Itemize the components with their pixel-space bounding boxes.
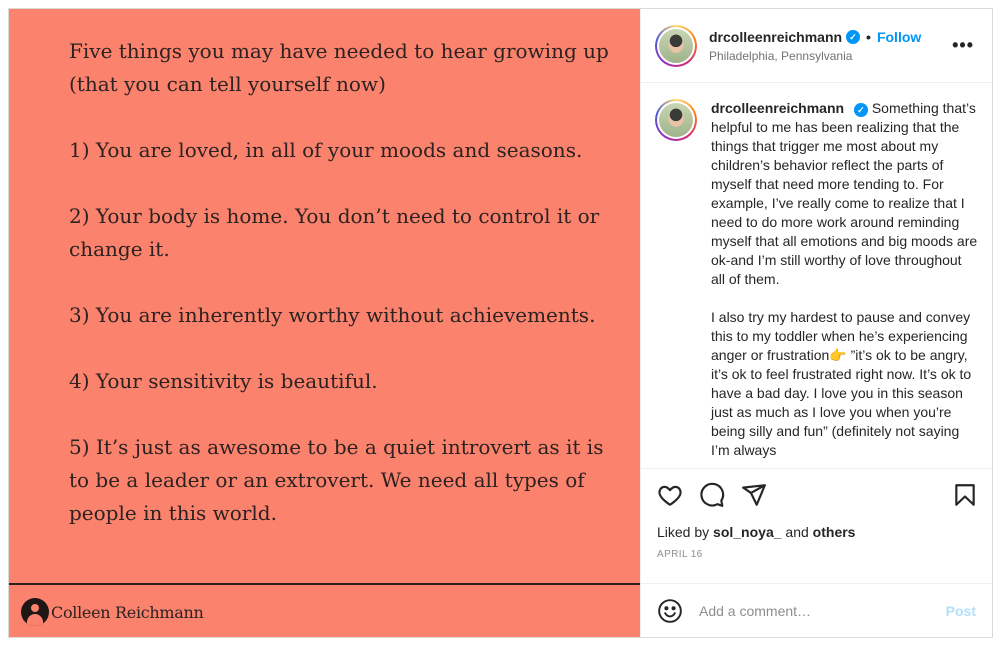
more-options-icon[interactable]: ••• [952, 35, 974, 56]
follow-button[interactable]: Follow [877, 29, 921, 45]
image-item-5: 5) It’s just as awesome to be a quiet in… [69, 435, 604, 525]
image-item-3: 3) You are inherently worthy without ach… [69, 303, 596, 327]
liked-others-link[interactable]: others [813, 524, 856, 540]
caption-username[interactable]: drcolleenreichmann [711, 100, 844, 116]
post-header: drcolleenreichmann ✓ • Follow Philadelph… [641, 9, 992, 83]
post-modal: Five things you may have needed to hear … [8, 8, 993, 638]
image-text-block: Five things you may have needed to hear … [69, 35, 609, 563]
image-item-1: 1) You are loved, in all of your moods a… [69, 138, 583, 162]
heart-icon[interactable] [657, 482, 683, 508]
location-link[interactable]: Philadelphia, Pennsylvania [709, 49, 921, 63]
person-icon [21, 598, 49, 626]
liked-prefix: Liked by [657, 524, 710, 540]
add-comment-bar: Post [641, 583, 992, 637]
post-caption: drcolleenreichmann ✓ Something that’s he… [711, 99, 978, 468]
image-title: Five things you may have needed to hear … [69, 39, 609, 96]
avatar-image [659, 28, 693, 63]
header-username[interactable]: drcolleenreichmann [709, 29, 842, 45]
post-actions: Liked by sol_noya_ and others APRIL 16 [641, 468, 992, 592]
bookmark-icon[interactable] [952, 482, 978, 508]
comments-area[interactable]: drcolleenreichmann ✓ Something that’s he… [641, 83, 992, 468]
image-item-2: 2) Your body is home. You don’t need to … [69, 204, 600, 261]
caption-paragraph-2: I also try my hardest to pause and conve… [711, 309, 972, 458]
share-icon[interactable] [741, 482, 767, 508]
verified-badge-icon: ✓ [846, 29, 861, 44]
liked-and: and [785, 524, 809, 540]
caption-avatar[interactable] [655, 99, 697, 141]
post-sidebar: drcolleenreichmann ✓ • Follow Philadelph… [640, 9, 992, 637]
verified-badge-icon: ✓ [853, 103, 868, 117]
emoji-icon[interactable] [657, 598, 683, 624]
header-avatar[interactable] [655, 24, 697, 67]
caption-paragraph-1: Something that’s helpful to me has been … [711, 100, 978, 287]
image-credit-name: Colleen Reichmann [51, 602, 204, 622]
action-icons [657, 479, 978, 511]
image-item-4: 4) Your sensitivity is beautiful. [69, 369, 378, 393]
image-credit: Colleen Reichmann [21, 598, 204, 626]
separator-dot: • [866, 28, 871, 45]
avatar-image [659, 103, 693, 137]
post-date[interactable]: APRIL 16 [657, 549, 978, 560]
image-divider [9, 583, 640, 585]
post-button[interactable]: Post [946, 603, 976, 619]
username-row: drcolleenreichmann ✓ • Follow [709, 29, 921, 45]
likes-summary: Liked by sol_noya_ and others [657, 524, 978, 540]
comment-icon[interactable] [699, 482, 725, 508]
header-text: drcolleenreichmann ✓ • Follow Philadelph… [709, 29, 921, 63]
comment-input[interactable] [699, 602, 929, 619]
liked-user-link[interactable]: sol_noya_ [713, 524, 781, 540]
post-image[interactable]: Five things you may have needed to hear … [9, 9, 640, 637]
